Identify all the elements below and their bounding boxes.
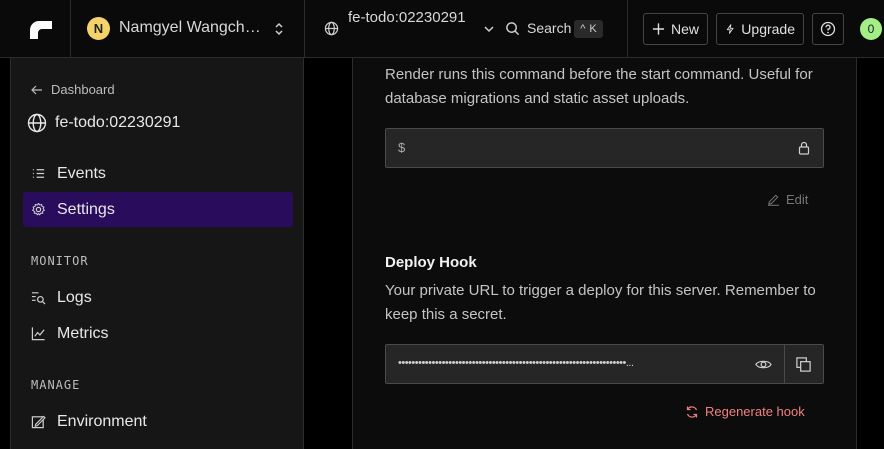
regenerate-label: Regenerate hook [705,404,805,419]
top-bar: N Namgyel Wangchu... fe-todo:02230291 Se… [0,0,884,58]
sidebar-item-events[interactable]: Events [23,156,293,191]
service-name: fe-todo:02230291 [55,114,181,131]
sidebar-item-environment[interactable]: Environment [23,404,293,439]
list-icon [32,169,45,178]
new-button[interactable]: New [643,13,708,45]
environment-icon [31,415,46,429]
globe-icon [27,113,47,133]
chevron-down-icon[interactable] [483,24,495,34]
divider [304,0,305,58]
notification-badge[interactable]: 0 [860,18,882,40]
chart-line-icon [31,327,45,341]
sidebar-item-label: Settings [57,200,115,218]
sidebar-item-settings[interactable]: Settings [23,192,293,227]
workspace-switcher[interactable]: Namgyel Wangchu... [119,19,263,37]
lightning-icon [726,24,734,34]
divider [70,0,71,58]
pencil-icon [767,194,780,206]
render-logo-icon[interactable] [28,17,54,41]
deploy-hook-description: Your private URL to trigger a deploy for… [385,282,816,323]
deploy-hook-masked-value: ••••••••••••••••••••••••••••••••••••••••… [398,357,634,369]
settings-card: Render runs this command before the star… [352,58,857,449]
section-heading-manage: MANAGE [31,378,81,392]
section-heading-monitor: MONITOR [31,254,89,268]
logs-search-icon [31,292,46,305]
sidebar: Dashboard fe-todo:02230291 Events Settin… [10,58,304,449]
divider [784,345,785,383]
pre-deploy-description: Render runs this command before the star… [385,66,813,107]
upgrade-button[interactable]: Upgrade [716,13,804,45]
back-label: Dashboard [51,82,115,97]
lock-icon [798,141,810,155]
service-title: fe-todo:02230291 [27,113,180,133]
sidebar-item-label: Environment [57,412,147,430]
search-icon[interactable] [505,21,520,36]
gear-icon [32,202,45,216]
sidebar-item-metrics[interactable]: Metrics [23,316,293,351]
deploy-hook-title: Deploy Hook [385,254,477,271]
new-button-label: New [670,21,699,37]
arrow-left-icon [31,85,42,94]
edit-button[interactable]: Edit [767,192,808,207]
refresh-icon [686,405,698,418]
search-shortcut: ^ K [574,20,603,38]
eye-icon[interactable] [755,356,772,373]
edit-label: Edit [786,192,809,207]
back-to-dashboard-link[interactable]: Dashboard [31,82,115,97]
sidebar-item-logs[interactable]: Logs [23,280,293,315]
main-content: Render runs this command before the star… [304,58,884,449]
pre-deploy-command-field[interactable]: $ [385,128,824,168]
regenerate-hook-button[interactable]: Regenerate hook [685,404,805,419]
help-button[interactable] [812,13,844,45]
search-button[interactable]: Search [527,20,571,36]
plus-icon [652,23,665,35]
globe-icon [324,21,339,36]
divider [627,0,628,58]
sidebar-item-label: Logs [57,288,92,306]
workspace-avatar[interactable]: N [87,17,110,40]
question-icon [820,21,836,37]
sidebar-item-label: Events [57,164,106,182]
chevron-up-down-icon[interactable] [273,21,285,37]
copy-icon[interactable] [795,356,812,373]
shortcut-modifier: ^ [580,23,586,35]
upgrade-button-label: Upgrade [741,21,795,37]
project-switcher[interactable]: fe-todo:02230291 [348,6,478,29]
shortcut-key: K [589,23,597,35]
shell-prefix: $ [398,140,406,155]
sidebar-item-label: Metrics [57,324,109,342]
deploy-hook-field[interactable]: ••••••••••••••••••••••••••••••••••••••••… [385,344,824,384]
